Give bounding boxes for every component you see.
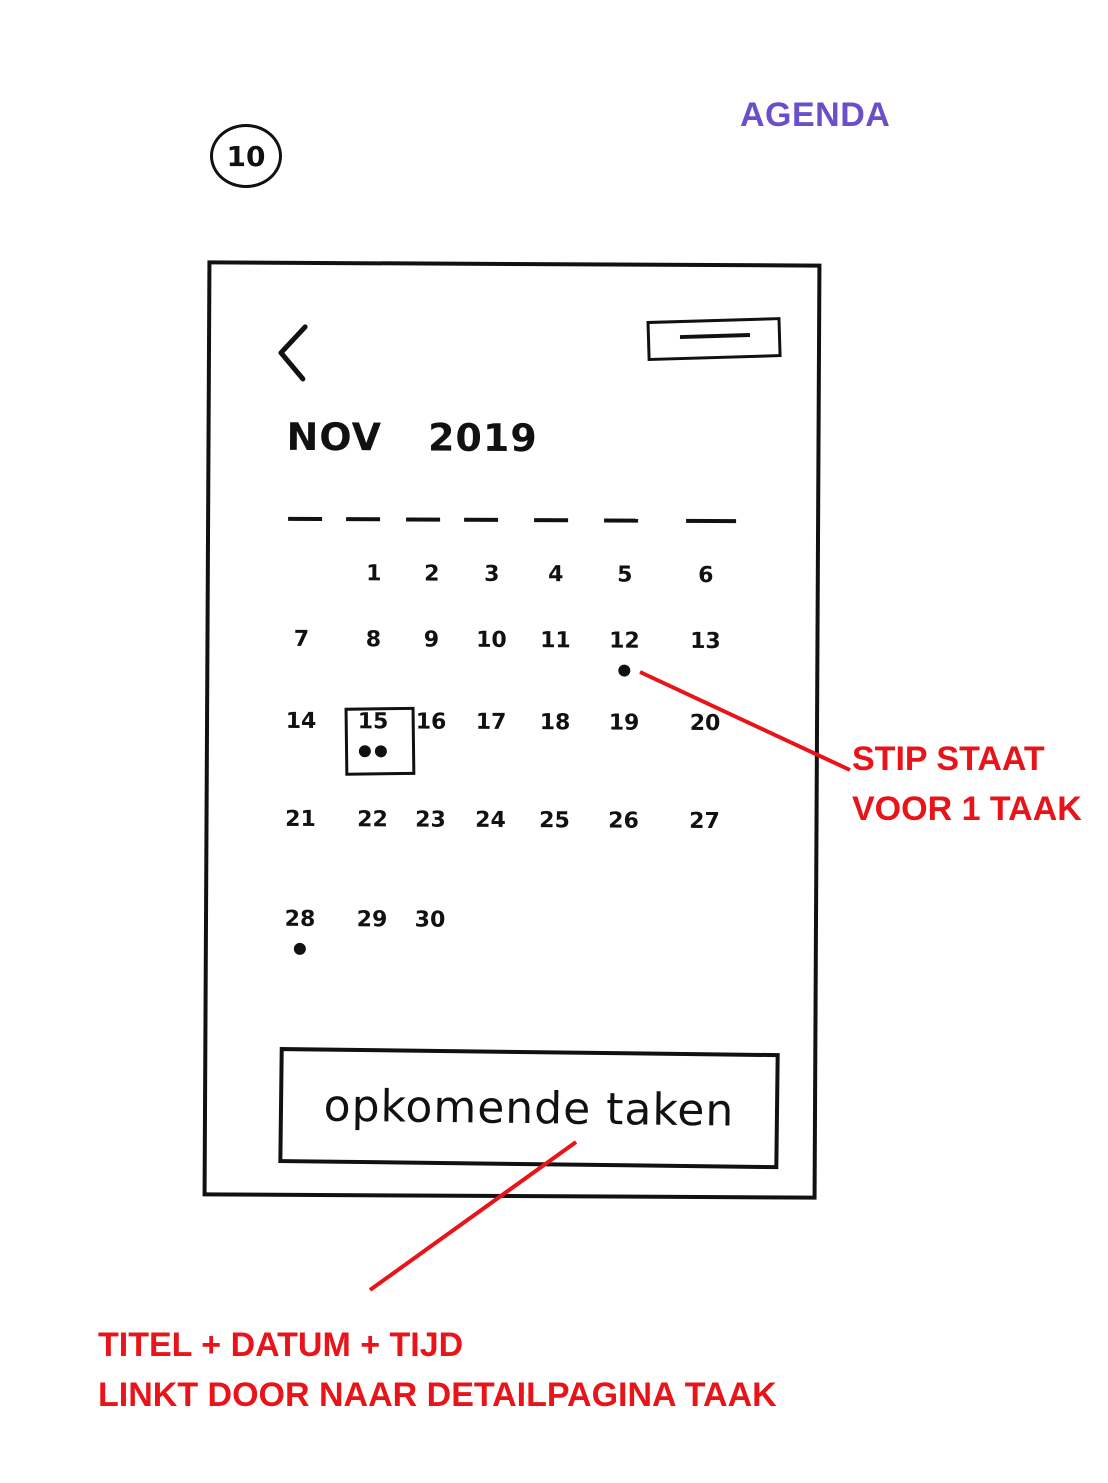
calendar-grid: 1 2 3 4 5 6 7 8 9 10 11 12 13 14 15 16 17 18 19 20 21 22 23 24 2… — [211, 264, 817, 955]
calendar-day[interactable]: 29 — [357, 907, 388, 932]
calendar-day[interactable]: 12 — [609, 629, 640, 654]
calendar-day[interactable]: 13 — [690, 629, 721, 654]
weekday-dash — [604, 518, 639, 523]
calendar-day[interactable]: 14 — [286, 709, 317, 734]
weekday-dash — [406, 517, 441, 522]
task-dot — [293, 942, 306, 955]
calendar-day[interactable]: 3 — [484, 562, 499, 587]
weekday-dash — [464, 517, 499, 522]
dot-annotation-note: STIP STAAT VOOR 1 TAAK — [852, 734, 1082, 835]
menu-icon[interactable] — [646, 317, 782, 362]
sheet-number: 10 — [210, 124, 282, 188]
chevron-left-icon[interactable] — [273, 323, 313, 383]
upcoming-tasks-label: opkomende taken — [323, 1080, 735, 1137]
dot-note-line-1: STIP STAAT — [852, 740, 1045, 778]
weekday-dash — [288, 516, 323, 522]
weekday-header — [286, 516, 742, 529]
calendar-day[interactable]: 28 — [285, 907, 316, 932]
month-year: 2019 — [427, 415, 538, 461]
weekday-dash — [534, 518, 569, 523]
calendar-day[interactable]: 9 — [424, 628, 439, 653]
dot-note-line-2: VOOR 1 TAAK — [852, 790, 1082, 829]
calendar-day[interactable]: 25 — [539, 808, 570, 833]
calendar-day[interactable]: 21 — [285, 807, 316, 832]
calendar-day[interactable]: 1 — [366, 561, 381, 586]
calendar-day[interactable]: 24 — [475, 808, 506, 833]
calendar-day[interactable]: 17 — [476, 710, 507, 735]
upcoming-note-line-1: TITEL + DATUM + TIJD — [98, 1326, 464, 1364]
weekday-dash — [346, 517, 381, 522]
calendar-day[interactable]: 26 — [608, 809, 639, 834]
month-name: NOV — [286, 414, 383, 460]
calendar-day[interactable]: 15 — [358, 709, 389, 734]
calendar-day[interactable]: 20 — [690, 711, 721, 736]
calendar-day[interactable]: 19 — [609, 711, 640, 736]
upcoming-tasks-button[interactable]: opkomende taken — [278, 1047, 780, 1170]
upcoming-annotation-note: TITEL + DATUM + TIJD LINKT DOOR NAAR DET… — [98, 1320, 777, 1421]
page-label: AGENDA — [740, 96, 891, 134]
weekday-dash — [686, 518, 737, 524]
calendar-day[interactable]: 30 — [415, 907, 446, 932]
calendar-day[interactable]: 16 — [416, 709, 447, 734]
upcoming-note-line-2: LINKT DOOR NAAR DETAILPAGINA TAAK — [98, 1376, 777, 1415]
calendar-day[interactable]: 23 — [415, 807, 446, 832]
calendar-day[interactable]: 10 — [476, 628, 507, 653]
calendar-day[interactable]: 7 — [294, 627, 309, 652]
month-title: NOV 2019 — [286, 415, 537, 460]
calendar-day[interactable]: 11 — [540, 628, 571, 653]
calendar-day[interactable]: 22 — [357, 807, 388, 832]
task-dot — [618, 664, 631, 677]
calendar-day[interactable]: 5 — [617, 563, 632, 588]
phone-frame: NOV 2019 1 2 3 4 5 6 7 8 9 10 11 12 13 14 15 16 17 18 19 20 2… — [202, 260, 822, 1200]
calendar-day[interactable]: 18 — [540, 710, 571, 735]
task-dot — [358, 745, 371, 758]
calendar-day[interactable]: 27 — [689, 809, 720, 834]
calendar-day[interactable]: 6 — [698, 563, 713, 588]
task-dot — [374, 745, 387, 758]
calendar-day[interactable]: 4 — [548, 562, 563, 587]
calendar-day[interactable]: 2 — [424, 562, 439, 587]
calendar-day[interactable]: 8 — [366, 627, 381, 652]
